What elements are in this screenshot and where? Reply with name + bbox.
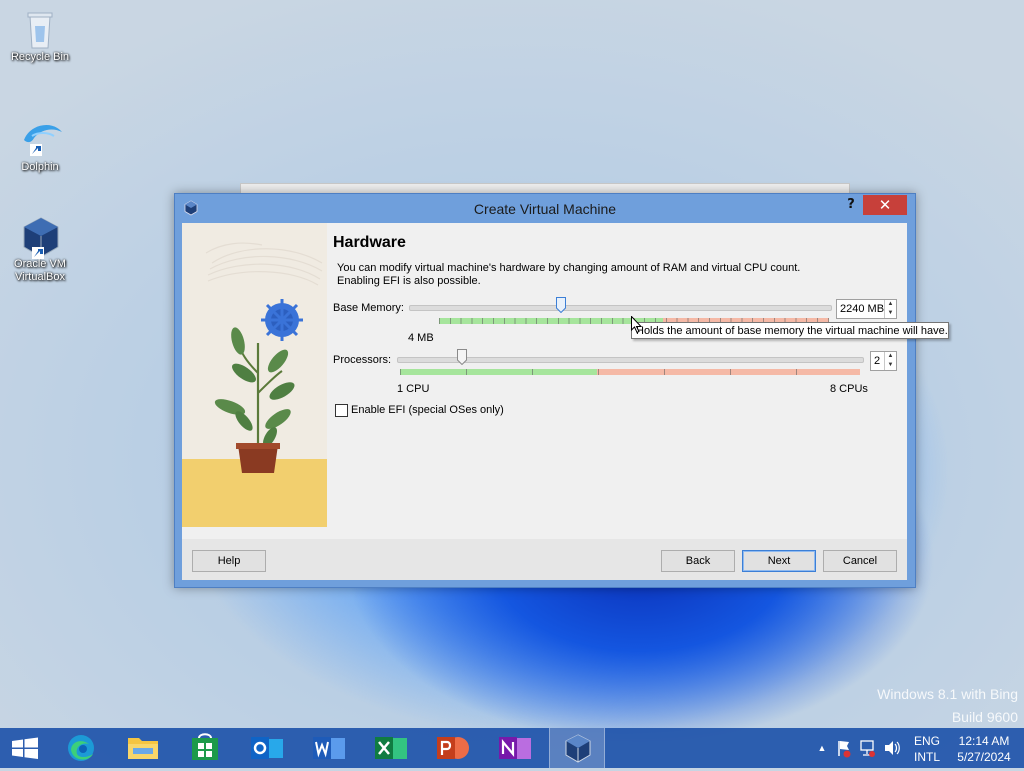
base-memory-min-label: 4 MB <box>408 332 434 344</box>
taskbar-edge[interactable] <box>53 728 109 768</box>
clock[interactable]: 12:14 AM 5/27/2024 <box>950 728 1018 768</box>
taskbar-store[interactable] <box>177 728 233 768</box>
base-memory-slider-track[interactable] <box>409 305 832 311</box>
description-line: Enabling EFI is also possible. <box>337 275 481 287</box>
action-center-flag-icon[interactable] <box>835 728 853 768</box>
spinbox-arrows-icon[interactable]: ▲ ▼ <box>884 352 896 370</box>
clock-time: 12:14 AM <box>958 734 1010 748</box>
recycle-bin-icon <box>20 8 60 49</box>
start-button[interactable] <box>0 728 50 768</box>
powerpoint-icon <box>437 737 469 759</box>
folder-icon <box>128 738 158 759</box>
spinbox-arrows-icon[interactable]: ▲ ▼ <box>884 300 896 318</box>
excel-icon <box>375 737 407 759</box>
description-line: You can modify virtual machine's hardwar… <box>337 262 801 274</box>
windows-watermark-build: Build 9600 <box>951 709 1018 725</box>
virtualbox-icon <box>565 734 591 763</box>
taskbar: ▲ ENG INTL 12:14 AM 5/27/2024 <box>0 728 1024 768</box>
virtualbox-icon <box>20 215 60 259</box>
dialog-title: Create Virtual Machine <box>473 201 617 217</box>
taskbar-file-explorer[interactable] <box>115 728 171 768</box>
onenote-icon <box>499 737 531 759</box>
store-icon <box>192 733 218 760</box>
next-button[interactable]: Next <box>742 550 816 572</box>
processors-spinbox[interactable]: 2 ▲ ▼ <box>870 351 897 371</box>
mouse-cursor-icon <box>631 315 643 334</box>
processors-max-label: 8 CPUs <box>830 383 868 395</box>
word-icon <box>313 737 345 759</box>
enable-efi-checkbox[interactable] <box>335 404 348 417</box>
create-vm-dialog: Create Virtual Machine ? ✕ Hardware You … <box>174 193 916 588</box>
taskbar-virtualbox[interactable] <box>549 728 605 768</box>
volume-icon[interactable] <box>882 728 902 768</box>
taskbar-onenote[interactable] <box>487 728 543 768</box>
processors-scale <box>400 369 860 375</box>
processors-slider-thumb[interactable] <box>457 349 468 366</box>
network-icon[interactable] <box>858 728 878 768</box>
base-memory-label: Base Memory: <box>333 302 404 314</box>
desktop-icon-label: Recycle Bin <box>10 51 70 63</box>
processors-label: Processors: <box>333 354 392 366</box>
tray-overflow-icon[interactable]: ▲ <box>815 728 829 768</box>
taskbar-word[interactable] <box>301 728 357 768</box>
dialog-client: Hardware You can modify virtual machine'… <box>182 223 907 580</box>
enable-efi-label[interactable]: Enable EFI (special OSes only) <box>351 404 504 416</box>
clock-date: 5/27/2024 <box>957 750 1011 764</box>
button-bar: Help Back Next Cancel <box>182 539 907 580</box>
windows-watermark-edition: Windows 8.1 with Bing <box>877 686 1018 702</box>
taskbar-outlook[interactable] <box>239 728 295 768</box>
taskbar-powerpoint[interactable] <box>425 728 481 768</box>
page-heading: Hardware <box>333 234 406 251</box>
close-button[interactable]: ✕ <box>863 195 907 215</box>
help-button[interactable]: Help <box>192 550 266 572</box>
desktop-icon-dolphin[interactable]: Dolphin <box>2 118 78 174</box>
edge-icon <box>68 735 94 761</box>
keyboard-layout: INTL <box>913 750 940 764</box>
cancel-button[interactable]: Cancel <box>823 550 897 572</box>
memory-tooltip: Holds the amount of base memory the virt… <box>631 322 949 339</box>
processors-min-label: 1 CPU <box>397 383 430 395</box>
base-memory-spinbox[interactable]: 2240 MB ▲ ▼ <box>836 299 897 319</box>
page-description: You can modify virtual machine's hardwar… <box>337 262 837 288</box>
processors-value: 2 <box>874 355 881 367</box>
language-code: ENG <box>913 734 940 748</box>
language-indicator[interactable]: ENG INTL <box>910 728 944 768</box>
base-memory-slider-thumb[interactable] <box>555 297 566 314</box>
windows-logo-icon <box>12 737 38 759</box>
wizard-illustration <box>182 223 327 527</box>
dolphin-icon <box>20 118 62 158</box>
help-question-icon[interactable]: ? <box>843 197 859 213</box>
desktop-icon-label: Oracle VM VirtualBox <box>14 258 66 283</box>
outlook-icon <box>251 737 283 759</box>
dialog-titlebar[interactable]: Create Virtual Machine ? ✕ <box>175 194 915 223</box>
back-button[interactable]: Back <box>661 550 735 572</box>
desktop-icon-label: Dolphin <box>21 161 59 173</box>
desktop-icon-recycle-bin[interactable]: Recycle Bin <box>2 8 78 64</box>
desktop-icon-virtualbox[interactable]: Oracle VM VirtualBox <box>2 215 78 284</box>
taskbar-excel[interactable] <box>363 728 419 768</box>
base-memory-value: 2240 MB <box>840 303 885 315</box>
